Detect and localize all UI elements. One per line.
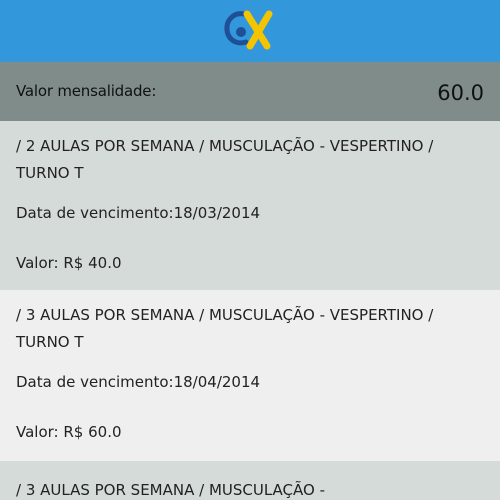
payment-due-date: Data de vencimento:18/04/2014 — [16, 373, 260, 391]
amount-label: Valor: — [16, 254, 59, 272]
payment-amount: Valor: R$ 40.0 — [16, 254, 122, 272]
payment-plan-title: / 3 AULAS POR SEMANA / MUSCULAÇÃO - — [16, 481, 325, 499]
due-date-label: Data de vencimento: — [16, 204, 174, 222]
amount-value: R$ 40.0 — [63, 254, 122, 272]
monthly-fee-value: 60.0 — [437, 81, 484, 105]
monthly-fee-label: Valor mensalidade: — [16, 82, 157, 100]
due-date-value: 18/03/2014 — [173, 204, 261, 222]
due-date-value: 18/04/2014 — [173, 373, 261, 391]
payment-plan-title: / 3 AULAS POR SEMANA / MUSCULAÇÃO - VESP… — [16, 306, 434, 351]
payment-item[interactable]: / 3 AULAS POR SEMANA / MUSCULAÇÃO - — [0, 461, 500, 500]
payment-plan-title: / 2 AULAS POR SEMANA / MUSCULAÇÃO - VESP… — [16, 137, 434, 182]
payment-item[interactable]: / 3 AULAS POR SEMANA / MUSCULAÇÃO - VESP… — [0, 290, 500, 461]
payment-item[interactable]: / 2 AULAS POR SEMANA / MUSCULAÇÃO - VESP… — [0, 121, 500, 290]
brand-logo — [224, 10, 273, 50]
amount-value: R$ 60.0 — [63, 423, 122, 441]
app-header — [0, 0, 500, 62]
due-date-label: Data de vencimento: — [16, 373, 174, 391]
monthly-fee-summary: Valor mensalidade: 60.0 — [0, 62, 500, 121]
app-page: Valor mensalidade: 60.0 / 2 AULAS POR SE… — [0, 0, 500, 500]
payment-amount: Valor: R$ 60.0 — [16, 423, 122, 441]
payment-due-date: Data de vencimento:18/03/2014 — [16, 204, 260, 222]
amount-label: Valor: — [16, 423, 59, 441]
